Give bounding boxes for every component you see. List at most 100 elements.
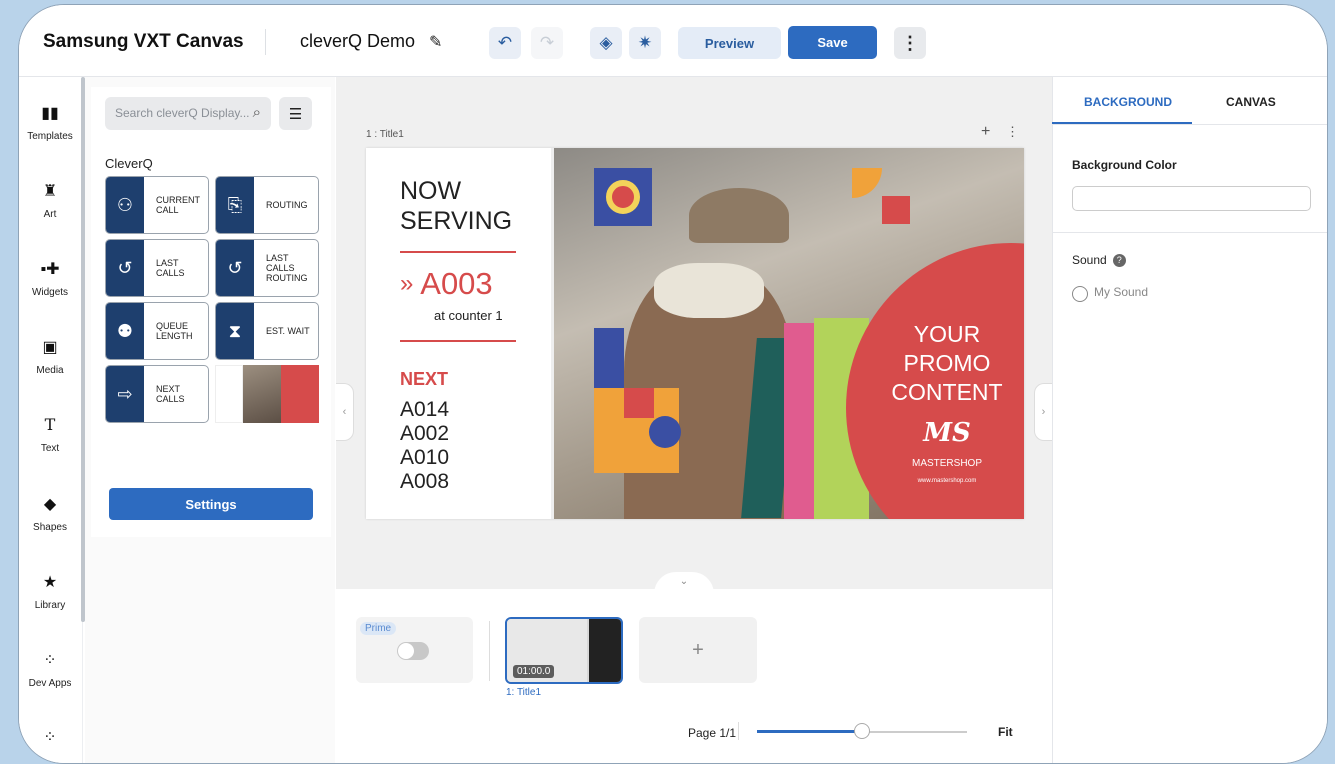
tab-background[interactable]: BACKGROUND <box>1084 95 1172 109</box>
magic-wand-icon: ✷ <box>637 33 653 52</box>
widget-tile-routing[interactable]: ⎘ ROUTING <box>215 176 319 234</box>
prime-toggle[interactable] <box>397 642 429 660</box>
filter-button[interactable]: ☰ <box>279 97 312 130</box>
fit-button[interactable]: Fit <box>998 725 1013 739</box>
rail-item-more[interactable]: ⁘ <box>19 727 81 749</box>
magic-button[interactable]: ✷ <box>629 27 661 59</box>
save-button[interactable]: Save <box>788 26 877 59</box>
queue-icon: ⚉ <box>106 303 144 359</box>
search-input[interactable]: Search cleverQ Display... ⌕ <box>105 97 271 130</box>
next-number: A014 <box>400 398 450 421</box>
chevron-down-icon: ⌄ <box>679 576 689 587</box>
undo-button[interactable]: ↶ <box>489 27 521 59</box>
rail-item-dev-apps[interactable]: ⁘ Dev Apps <box>19 650 81 689</box>
promo-line: PROMO <box>903 350 991 376</box>
person-icon: ⚇ <box>106 177 144 233</box>
properties-panel <box>1052 77 1327 763</box>
shapes-icon: ◆ <box>43 496 57 513</box>
pencil-icon[interactable]: ✎ <box>429 32 442 52</box>
slide-thumbnail[interactable]: 01:00.0 <box>505 617 623 684</box>
widgets-icon: ▪✚ <box>40 261 60 278</box>
layers-button[interactable]: ◈ <box>590 27 622 59</box>
rail-label: Shapes <box>33 522 67 533</box>
now-serving-line1: NOW <box>400 177 462 205</box>
thumb-duration: 01:00.0 <box>513 665 555 678</box>
next-number: A010 <box>400 446 450 469</box>
tile-label: EST. WAIT <box>266 326 310 336</box>
tile-label: NEXT CALLS <box>156 384 185 404</box>
divider-line <box>400 251 516 253</box>
tab-canvas[interactable]: CANVAS <box>1226 95 1276 109</box>
art-icon: ♜ <box>42 183 58 200</box>
divider-line <box>400 340 516 342</box>
counter-text: at counter 1 <box>434 308 503 323</box>
thumb-photo <box>243 365 281 423</box>
top-toolbar: Samsung VXT Canvas cleverQ Demo ✎ ↶ ↷ ◈ … <box>19 5 1327 77</box>
dev-apps-icon: ⁘ <box>43 652 57 669</box>
rail-item-library[interactable]: ★ Library <box>19 572 81 611</box>
current-number-value: A003 <box>420 266 493 301</box>
redo-button[interactable]: ↷ <box>531 27 563 59</box>
rail-item-shapes[interactable]: ◆ Shapes <box>19 494 81 533</box>
tile-label: QUEUE LENGTH <box>156 321 193 341</box>
templates-icon: ▮▮ <box>41 105 59 122</box>
layers-icon: ◈ <box>599 33 613 52</box>
background-color-input[interactable] <box>1072 186 1311 211</box>
widget-tile-last-calls-routing[interactable]: ↺ LAST CALLS ROUTING <box>215 239 319 297</box>
search-placeholder: Search cleverQ Display... <box>115 106 250 120</box>
next-label: NEXT <box>400 369 449 389</box>
tab-border <box>1052 124 1327 125</box>
more-apps-icon: ⁘ <box>43 729 57 746</box>
sound-label-row: Sound? <box>1072 253 1126 267</box>
add-slide-button[interactable]: + <box>639 617 757 683</box>
plus-icon: + <box>692 638 704 661</box>
more-menu-button[interactable]: ⋮ <box>894 27 926 59</box>
project-name[interactable]: cleverQ Demo <box>300 31 415 52</box>
sound-option-label: My Sound <box>1094 285 1149 299</box>
widget-tile-next-calls[interactable]: ⇨ NEXT CALLS <box>105 365 209 423</box>
zoom-slider-fill <box>757 730 862 733</box>
next-number: A008 <box>400 470 450 493</box>
widget-tile-est-wait[interactable]: ⧗ EST. WAIT <box>215 302 319 360</box>
decor-circle <box>606 180 640 214</box>
preview-button[interactable]: Preview <box>678 27 781 59</box>
rail-label: Art <box>43 209 57 220</box>
collapse-left-panel[interactable]: ‹ <box>336 383 354 441</box>
promo-photo: YOUR PROMO CONTENT MS MASTERSHOP www.mas… <box>554 148 1024 519</box>
widget-tile-queue-length[interactable]: ⚉ QUEUE LENGTH <box>105 302 209 360</box>
sound-radio[interactable] <box>1072 286 1088 302</box>
search-icon: ⌕ <box>252 104 261 121</box>
history-icon: ↺ <box>106 240 144 296</box>
now-serving-heading: NOW SERVING <box>400 176 512 236</box>
media-icon: ▣ <box>42 339 58 356</box>
rail-item-text[interactable]: T Text <box>19 415 81 454</box>
section-title: CleverQ <box>105 156 153 171</box>
rail-item-widgets[interactable]: ▪✚ Widgets <box>19 259 81 298</box>
double-chevron-icon: » <box>400 270 414 297</box>
add-element-button[interactable]: + <box>981 123 990 141</box>
rail-label: Widgets <box>31 287 69 298</box>
thumb-promo <box>281 365 319 423</box>
slide-canvas[interactable]: NOW SERVING » A003 at counter 1 NEXT A01… <box>366 148 1024 519</box>
routing-icon: ⎘ <box>216 177 254 233</box>
hourglass-icon: ⧗ <box>216 303 254 359</box>
widget-tile-last-calls[interactable]: ↺ LAST CALLS <box>105 239 209 297</box>
undo-icon: ↶ <box>497 33 513 52</box>
settings-button[interactable]: Settings <box>109 488 313 520</box>
rail-item-templates[interactable]: ▮▮ Templates <box>19 103 81 142</box>
brand-name: MASTERSHOP <box>911 458 982 469</box>
help-icon[interactable]: ? <box>1112 254 1126 267</box>
widget-tile-current-call[interactable]: ⚇ CURRENT CALL <box>105 176 209 234</box>
scarf-shape <box>654 263 764 318</box>
timeline-divider <box>489 621 490 681</box>
text-icon: T <box>44 415 56 434</box>
rail-item-media[interactable]: ▣ Media <box>19 337 81 376</box>
template-preview-thumbnail[interactable] <box>215 365 319 423</box>
tile-label: LAST CALLS <box>156 258 185 278</box>
brand-title: Samsung VXT Canvas <box>43 31 244 52</box>
slide-menu-button[interactable]: ⋮ <box>1006 124 1019 140</box>
zoom-slider-handle[interactable] <box>854 723 870 739</box>
rail-item-art[interactable]: ♜ Art <box>19 181 81 220</box>
collapse-right-panel[interactable]: › <box>1034 383 1052 441</box>
rail-label: Media <box>36 365 64 376</box>
